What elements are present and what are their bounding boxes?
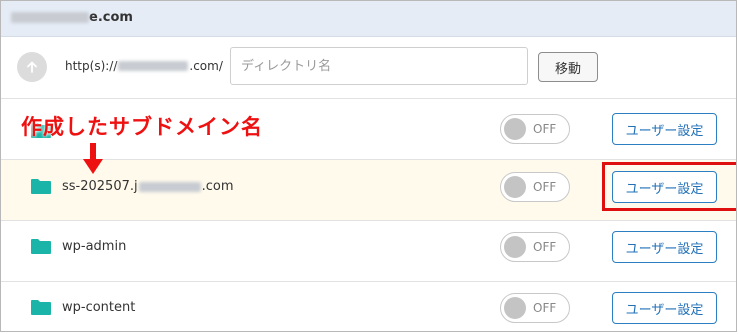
directory-name[interactable]: wp-admin bbox=[62, 239, 126, 254]
redacted-domain bbox=[11, 12, 89, 23]
folder-icon bbox=[31, 300, 51, 315]
directory-name-input[interactable] bbox=[230, 47, 528, 85]
toggle-switch[interactable]: OFF bbox=[500, 232, 570, 262]
toggle-switch[interactable]: OFF bbox=[500, 293, 570, 323]
url-label: http(s):// .com/ bbox=[65, 59, 223, 73]
directory-name[interactable]: ss-202507.j .com bbox=[62, 179, 234, 194]
toggle-label: OFF bbox=[533, 301, 557, 315]
highlight-box bbox=[602, 162, 736, 211]
parent-directory-button[interactable] bbox=[17, 52, 47, 82]
toggle-knob bbox=[504, 118, 526, 140]
toggle-label: OFF bbox=[533, 180, 557, 194]
path-row: http(s):// .com/ 移動 bbox=[1, 37, 736, 99]
arrow-down-icon bbox=[83, 143, 103, 174]
subdomain-prefix: ss-202507.j bbox=[62, 179, 138, 194]
redacted-subdomain bbox=[138, 181, 201, 192]
redacted-url bbox=[118, 61, 189, 71]
toggle-switch[interactable]: OFF bbox=[500, 114, 570, 144]
toggle-knob bbox=[504, 236, 526, 258]
url-prefix: http(s):// bbox=[65, 59, 118, 73]
move-button[interactable]: 移動 bbox=[538, 52, 598, 82]
user-settings-button[interactable]: ユーザー設定 bbox=[612, 292, 717, 324]
directory-row[interactable]: wp-admin OFF ユーザー設定 bbox=[1, 221, 736, 282]
toggle-label: OFF bbox=[533, 122, 557, 136]
toggle-label: OFF bbox=[533, 240, 557, 254]
annotation-label: 作成したサブドメイン名 bbox=[21, 115, 263, 139]
user-settings-button[interactable]: ユーザー設定 bbox=[612, 231, 717, 263]
arrow-up-icon bbox=[27, 61, 37, 73]
folder-icon bbox=[31, 239, 51, 254]
directory-name[interactable]: wp-content bbox=[62, 300, 135, 315]
domain-suffix: e.com bbox=[89, 10, 133, 25]
folder-icon bbox=[31, 179, 51, 194]
toggle-knob bbox=[504, 297, 526, 319]
user-settings-button[interactable]: ユーザー設定 bbox=[612, 113, 717, 145]
subdomain-suffix: .com bbox=[201, 179, 234, 194]
header-bar: e.com bbox=[1, 1, 736, 37]
file-manager-panel: e.com http(s):// .com/ 移動 OFF ユーザー設定 bbox=[0, 0, 737, 332]
domain-title: e.com bbox=[11, 10, 133, 25]
url-suffix: .com/ bbox=[189, 59, 223, 73]
toggle-switch[interactable]: OFF bbox=[500, 172, 570, 202]
toggle-knob bbox=[504, 176, 526, 198]
directory-row[interactable]: wp-content OFF ユーザー設定 bbox=[1, 282, 736, 331]
